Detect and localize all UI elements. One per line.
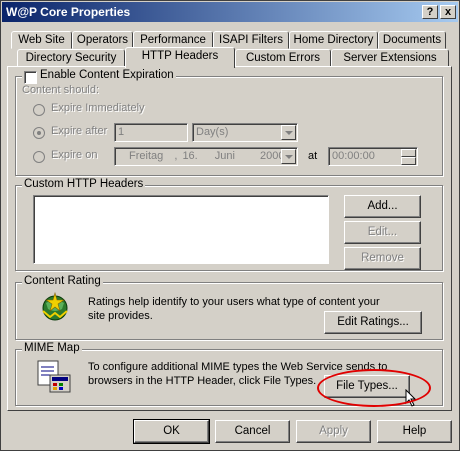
expiration-group: Enable Content Expiration Content should… bbox=[15, 69, 443, 176]
custom-headers-group: Custom HTTP Headers Add... Edit... Remov… bbox=[15, 178, 443, 271]
enable-expiration-label: Enable Content Expiration bbox=[40, 69, 174, 81]
custom-headers-legend: Custom HTTP Headers bbox=[22, 178, 146, 190]
close-button[interactable]: x bbox=[440, 5, 456, 19]
date-weekday: Freitag bbox=[129, 150, 164, 162]
tab-documents[interactable]: Documents bbox=[378, 31, 446, 49]
title-bar[interactable]: W@P Core Properties ? x bbox=[2, 2, 458, 22]
expire-unit-value: Day(s) bbox=[196, 126, 229, 138]
time-value: 00:00:00 bbox=[332, 150, 375, 162]
tab-custom-errors[interactable]: Custom Errors bbox=[235, 49, 331, 67]
chevron-down-icon bbox=[281, 149, 296, 164]
at-label: at bbox=[308, 150, 318, 162]
expiration-legend: Enable Content Expiration bbox=[22, 69, 176, 81]
apply-button[interactable]: Apply bbox=[296, 420, 371, 443]
chevron-down-icon bbox=[281, 125, 296, 140]
tab-operators[interactable]: Operators bbox=[72, 31, 133, 49]
mime-map-group: MIME Map To configure additional MIME ty… bbox=[15, 342, 443, 407]
expire-on-label: Expire on bbox=[51, 149, 98, 161]
mime-map-legend: MIME Map bbox=[22, 342, 82, 354]
mime-types-icon bbox=[37, 360, 71, 393]
expire-after-radio[interactable] bbox=[33, 127, 45, 139]
custom-headers-list[interactable] bbox=[33, 195, 329, 264]
help-button[interactable]: Help bbox=[377, 420, 452, 443]
spin-down-icon[interactable] bbox=[401, 157, 416, 165]
remove-header-button[interactable]: Remove bbox=[344, 247, 421, 270]
ratings-globe-icon bbox=[42, 291, 68, 321]
date-day: 16. bbox=[182, 150, 198, 162]
date-month: Juni bbox=[214, 150, 235, 162]
mouse-pointer-icon bbox=[405, 389, 417, 407]
expire-immediately-label: Expire Immediately bbox=[51, 102, 145, 114]
file-types-button[interactable]: File Types... bbox=[324, 375, 410, 398]
date-separator: , bbox=[174, 150, 178, 162]
content-rating-group: Content Rating Ratings help identify to … bbox=[15, 275, 443, 340]
ok-button[interactable]: OK bbox=[133, 419, 210, 444]
tab-http-headers[interactable]: HTTP Headers bbox=[125, 47, 235, 68]
expire-on-radio[interactable] bbox=[33, 151, 45, 163]
tab-web-site[interactable]: Web Site bbox=[11, 31, 72, 49]
properties-dialog: W@P Core Properties ? x Web Site Operato… bbox=[0, 0, 460, 451]
window-title: W@P Core Properties bbox=[6, 5, 131, 19]
edit-header-button[interactable]: Edit... bbox=[344, 221, 421, 244]
edit-ratings-button[interactable]: Edit Ratings... bbox=[324, 311, 422, 334]
tab-server-extensions[interactable]: Server Extensions bbox=[331, 49, 449, 67]
expire-after-label: Expire after bbox=[51, 125, 108, 137]
expire-after-input[interactable]: 1 bbox=[114, 123, 188, 142]
expire-after-unit-select[interactable]: Day(s) bbox=[192, 123, 298, 142]
spin-up-icon[interactable] bbox=[401, 149, 416, 157]
expire-on-date-picker[interactable]: Freitag , 16. Juni 2000 bbox=[114, 147, 298, 166]
expire-time-input[interactable]: 00:00:00 bbox=[328, 147, 418, 166]
content-should-label: Content should: bbox=[22, 84, 100, 96]
tab-home-directory[interactable]: Home Directory bbox=[289, 31, 378, 49]
tab-directory-security[interactable]: Directory Security bbox=[17, 49, 125, 67]
cancel-button[interactable]: Cancel bbox=[215, 420, 290, 443]
help-title-button[interactable]: ? bbox=[422, 5, 438, 19]
expire-immediately-radio[interactable] bbox=[33, 104, 45, 116]
content-rating-legend: Content Rating bbox=[22, 275, 103, 287]
enable-expiration-checkbox[interactable] bbox=[24, 71, 37, 84]
add-header-button[interactable]: Add... bbox=[344, 195, 421, 218]
http-headers-panel: Enable Content Expiration Content should… bbox=[7, 66, 452, 411]
